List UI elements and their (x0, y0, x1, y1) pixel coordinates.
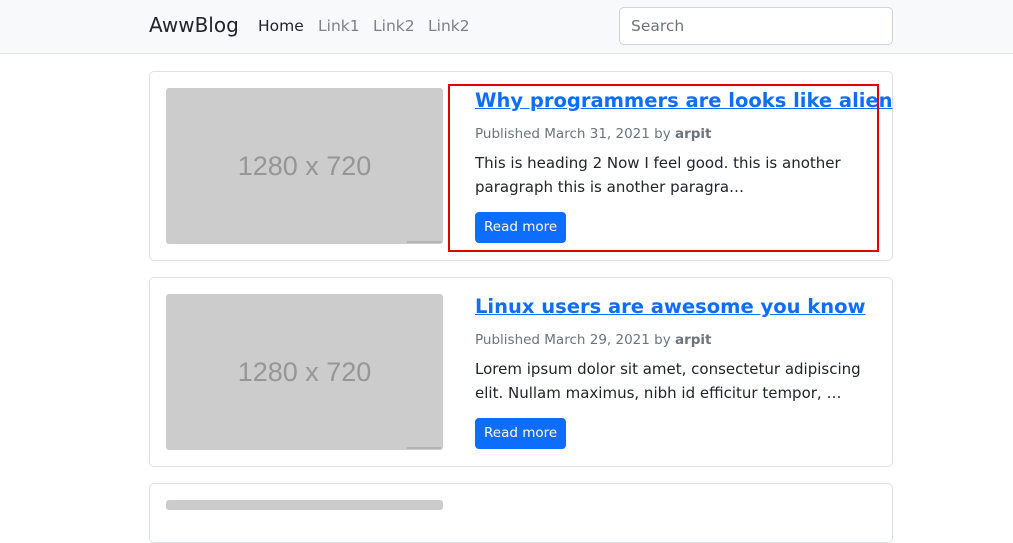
post-title-link[interactable]: Why programmers are looks like alien (475, 88, 893, 114)
post-thumbnail[interactable]: 1280 x 720 (166, 88, 443, 244)
search-input[interactable] (619, 7, 893, 45)
post-meta: Published March 31, 2021 by arpit (475, 125, 885, 143)
post-title-link[interactable]: Linux users are awesome you know (475, 294, 885, 320)
thumbnail-scrollbar (407, 447, 441, 449)
post-body: Linux users are awesome you know Publish… (475, 294, 885, 405)
thumbnail-scrollbar (407, 241, 441, 243)
post-card-partial (149, 483, 893, 543)
post-thumbnail[interactable]: 1280 x 720 (166, 294, 443, 450)
nav-link-link2[interactable]: Link2 (373, 17, 415, 35)
post-thumbnail[interactable] (166, 500, 443, 510)
post-excerpt: Lorem ipsum dolor sit amet, consectetur … (475, 360, 861, 402)
post-card: 1280 x 720 Linux users are awesome you k… (149, 277, 893, 467)
brand-logo[interactable]: AwwBlog (149, 13, 239, 37)
navbar: AwwBlog Home Link1 Link2 Link2 (0, 0, 1013, 54)
thumbnail-placeholder-label: 1280 x 720 (237, 356, 372, 387)
post-body: Why programmers are looks like alien Pub… (475, 88, 893, 199)
post-excerpt: This is heading 2 Now I feel good. this … (475, 154, 841, 196)
read-more-button[interactable]: Read more (475, 418, 567, 449)
post-author: arpit (675, 126, 712, 142)
post-meta: Published March 29, 2021 by arpit (475, 331, 885, 349)
nav-link-link1[interactable]: Link1 (318, 17, 360, 35)
post-published-date: Published March 29, 2021 by (475, 332, 671, 348)
read-more-button[interactable]: Read more (475, 212, 567, 243)
nav-link-link2-second[interactable]: Link2 (428, 17, 470, 35)
post-published-date: Published March 31, 2021 by (475, 126, 671, 142)
post-author: arpit (675, 332, 712, 348)
nav-link-home[interactable]: Home (258, 17, 304, 35)
thumbnail-placeholder-label: 1280 x 720 (237, 150, 372, 181)
post-card: 1280 x 720 Why programmers are looks lik… (149, 71, 893, 261)
